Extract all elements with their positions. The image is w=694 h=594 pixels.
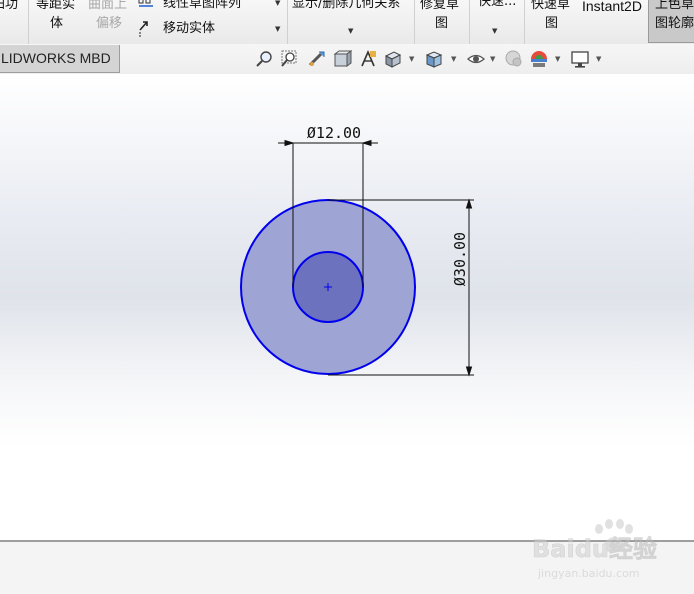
offset-entities-button-line2[interactable]: 体 [50,15,63,33]
ribbon-partial-left-label[interactable]: 归功 [0,0,18,14]
ribbon-divider [414,0,415,44]
ribbon-divider [469,0,470,44]
offset-entities-button-line1[interactable]: 等距实 [36,0,75,14]
watermark-brand: Baidu经验 [532,535,657,563]
watermark-url: jingyan.baidu.com [537,567,640,580]
chevron-down-icon[interactable]: ▼ [275,25,280,33]
chevron-down-icon[interactable]: ▼ [596,55,601,63]
apply-scene-icon[interactable] [529,49,549,69]
zoom-to-fit-icon[interactable] [255,49,275,69]
previous-view-icon[interactable] [307,49,327,69]
ribbon-divider [28,0,29,44]
shaded-sketch-contours-line1: 上色草 [655,0,694,12]
edit-appearance-icon[interactable] [504,49,524,69]
baidu-watermark: Baidu经验 jingyan.baidu.com [528,515,668,585]
sketch-canvas[interactable]: Ø12.00 Ø30.00 [0,74,694,540]
hide-show-items-icon[interactable] [466,49,486,69]
chevron-down-icon[interactable]: ▼ [275,0,280,7]
section-view-icon[interactable] [332,49,353,69]
dimension-diameter-30-text[interactable]: Ø30.00 [451,232,469,286]
dynamic-annotation-views-icon[interactable] [358,49,378,69]
rapid-sketch-button-line2[interactable]: 图 [545,15,558,33]
chevron-down-icon[interactable]: ▼ [409,55,414,63]
repair-sketch-button-line2[interactable]: 图 [435,15,448,33]
ribbon-divider [287,0,288,44]
view-settings-icon[interactable] [570,49,590,69]
move-entities-button[interactable]: 移动实体 [163,20,215,38]
command-ribbon: 归功 等距实 体 曲面上 偏移 线性草图阵列 ▼ 移动实体 ▼ 显示/删除几何关… [0,0,694,45]
chevron-down-icon[interactable]: ▼ [555,55,560,63]
chevron-down-icon[interactable]: ▼ [490,55,495,63]
repair-sketch-button-line1[interactable]: 修复草 [420,0,459,14]
offset-surface-button-line2[interactable]: 偏移 [96,15,122,33]
display-delete-relations-button[interactable]: 显示/删除几何关系 [292,0,400,13]
dimension-diameter-12-text[interactable]: Ø12.00 [307,124,361,142]
view-orientation-icon[interactable] [383,49,403,69]
shaded-sketch-contours-button[interactable]: 上色草 图轮廓 [648,0,694,43]
tab-solidworks-mbd[interactable]: LIDWORKS MBD [0,45,120,73]
ribbon-divider [524,0,525,44]
zoom-to-area-icon[interactable] [279,49,299,69]
chevron-down-icon[interactable]: ▼ [492,27,497,35]
rapid-sketch-button-line1[interactable]: 快速草 [531,0,570,14]
chevron-down-icon[interactable]: ▼ [348,27,353,35]
linear-sketch-pattern-button[interactable]: 线性草图阵列 [163,0,241,13]
linear-pattern-icon [137,0,157,12]
instant2d-button[interactable]: Instant2D [582,0,642,15]
display-style-icon[interactable] [424,49,444,69]
chevron-down-icon[interactable]: ▼ [451,55,456,63]
shaded-sketch-contours-line2: 图轮廓 [655,16,694,31]
offset-surface-button-line1[interactable]: 曲面上 [88,0,127,14]
move-entities-icon [137,18,157,38]
quick-snaps-button[interactable]: 快速... [478,0,516,11]
